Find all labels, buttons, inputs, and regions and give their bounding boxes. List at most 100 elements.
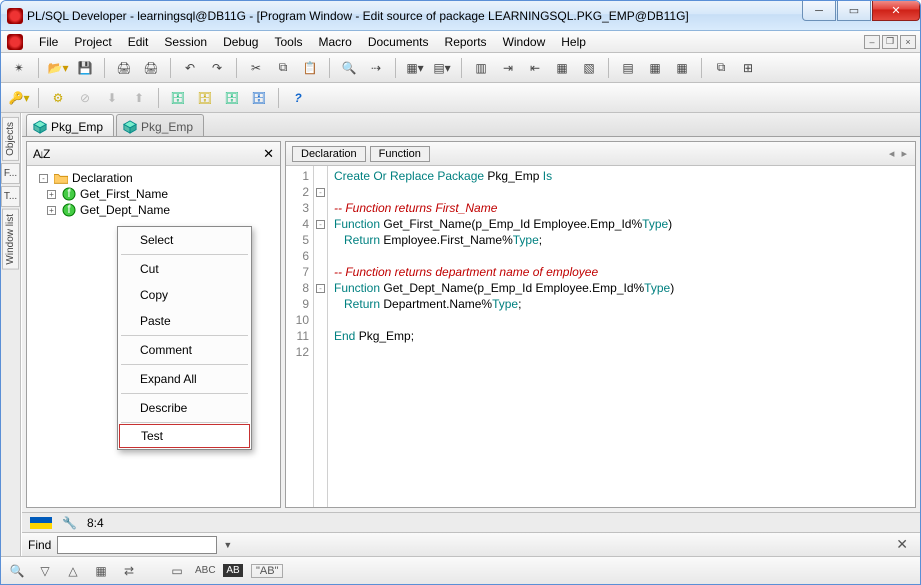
sort-icon[interactable]: A↓Z — [33, 147, 48, 161]
mdi-restore-button[interactable]: ❐ — [882, 35, 898, 49]
minimize-button[interactable]: ─ — [802, 1, 836, 21]
window-list-icon[interactable]: ▦ — [643, 56, 667, 80]
copy-icon[interactable]: ⧉ — [271, 56, 295, 80]
find-bar: Find ▼ ✕ — [22, 532, 920, 556]
object-tree-panel: A↓Z ✕ -Declaration +fGet_First_Name+fGet… — [26, 141, 281, 508]
menu-macro[interactable]: Macro — [310, 33, 359, 51]
vtab-t-[interactable]: T... — [1, 186, 20, 207]
find-label: Find — [28, 538, 51, 552]
find-close-icon[interactable]: ✕ — [896, 536, 914, 553]
uncomment-icon[interactable]: ▧ — [577, 56, 601, 80]
ctx-paste[interactable]: Paste — [118, 308, 251, 334]
vtab-objects[interactable]: Objects — [2, 117, 19, 161]
menu-debug[interactable]: Debug — [215, 33, 266, 51]
tree-root[interactable]: -Declaration — [27, 170, 280, 186]
regex-box[interactable]: "AB" — [251, 564, 283, 578]
db2-icon[interactable]: 🗄 — [193, 86, 217, 110]
menu-reports[interactable]: Reports — [437, 33, 495, 51]
break-icon[interactable]: ⊘ — [73, 86, 97, 110]
compile-icon[interactable]: ▦▾ — [403, 56, 427, 80]
next-icon[interactable]: △ — [63, 564, 83, 578]
new-icon[interactable]: ✴ — [7, 56, 31, 80]
menu-project[interactable]: Project — [66, 33, 119, 51]
ctx-cut[interactable]: Cut — [118, 256, 251, 282]
tree-item-get_first_name[interactable]: +fGet_First_Name — [27, 186, 280, 202]
rollback-icon[interactable]: ⬆ — [127, 86, 151, 110]
help-icon[interactable]: ? — [286, 86, 310, 110]
execute-icon[interactable]: ⚙ — [46, 86, 70, 110]
minitab-declaration[interactable]: Declaration — [292, 146, 366, 162]
toolbar-main: ✴ 📂▾ 💾 🖨 🖨 ↶ ↷ ✂ ⧉ 📋 🔍 ⇢ ▦▾ ▤▾ ▥ ⇥ ⇤ ▦ ▧… — [1, 53, 920, 83]
menu-bar: FileProjectEditSessionDebugToolsMacroDoc… — [1, 31, 920, 53]
ctx-expand-all[interactable]: Expand All — [118, 366, 251, 392]
doc-tab-0[interactable]: Pkg_Emp — [26, 114, 114, 136]
ctx-copy[interactable]: Copy — [118, 282, 251, 308]
comment-icon[interactable]: ▦ — [550, 56, 574, 80]
redo-icon[interactable]: ↷ — [205, 56, 229, 80]
menu-tools[interactable]: Tools — [266, 33, 310, 51]
abc2-icon[interactable]: AB — [223, 564, 243, 577]
menu-window[interactable]: Window — [495, 33, 554, 51]
menu-documents[interactable]: Documents — [360, 33, 437, 51]
ctx-select[interactable]: Select — [118, 227, 251, 253]
ctx-test[interactable]: Test — [119, 424, 250, 448]
vtab-window-list[interactable]: Window list — [2, 209, 19, 270]
indent-icon[interactable]: ⇥ — [496, 56, 520, 80]
ctx-comment[interactable]: Comment — [118, 337, 251, 363]
mdi-close-button[interactable]: × — [900, 35, 916, 49]
commit-icon[interactable]: ⬇ — [100, 86, 124, 110]
recall-icon[interactable]: ▦ — [670, 56, 694, 80]
open-icon[interactable]: 📂▾ — [46, 56, 70, 80]
print-setup-icon[interactable]: 🖨 — [139, 56, 163, 80]
cascade-icon[interactable]: ⧉ — [709, 56, 733, 80]
db1-icon[interactable]: 🗄 — [166, 86, 190, 110]
maximize-button[interactable]: ▭ — [837, 1, 871, 21]
vtab-f-[interactable]: F... — [1, 163, 20, 184]
tile-icon[interactable]: ⊞ — [736, 56, 760, 80]
replace-icon[interactable]: ⇄ — [119, 564, 139, 578]
db4-icon[interactable]: 🗄 — [247, 86, 271, 110]
menu-help[interactable]: Help — [553, 33, 594, 51]
close-tree-icon[interactable]: ✕ — [263, 146, 274, 162]
db-icon — [7, 34, 23, 50]
find-input[interactable] — [57, 536, 217, 554]
paste-icon[interactable]: 📋 — [298, 56, 322, 80]
prev-icon[interactable]: ▽ — [35, 564, 55, 578]
undo-icon[interactable]: ↶ — [178, 56, 202, 80]
menu-file[interactable]: File — [31, 33, 66, 51]
db3-icon[interactable]: 🗄 — [220, 86, 244, 110]
menu-session[interactable]: Session — [156, 33, 215, 51]
menu-edit[interactable]: Edit — [120, 33, 157, 51]
binoculars-icon[interactable]: 🔍 — [7, 564, 27, 578]
explain-icon[interactable]: ▥ — [469, 56, 493, 80]
abc-icon[interactable]: ABC — [195, 565, 215, 576]
find-icon[interactable]: 🔍 — [337, 56, 361, 80]
save-icon[interactable]: 💾 — [73, 56, 97, 80]
vertical-tabs: Objects F... T... Window list — [1, 113, 21, 556]
mdi-minimize-button[interactable]: – — [864, 35, 880, 49]
document-tabs: Pkg_EmpPkg_Emp — [22, 113, 920, 137]
find-dropdown-icon[interactable]: ▼ — [223, 540, 232, 550]
context-menu: Select CutCopyPaste Comment Expand All Descr… — [117, 226, 252, 450]
minitab-function[interactable]: Function — [370, 146, 430, 162]
flag-icon — [30, 517, 52, 529]
scope-icon[interactable]: ▭ — [167, 564, 187, 578]
find-toolbar: 🔍 ▽ △ ▦ ⇄ ▭ ABC AB "AB" — [1, 556, 920, 584]
wrench-icon: 🔧 — [62, 516, 77, 530]
doc-tab-1[interactable]: Pkg_Emp — [116, 114, 204, 136]
template-icon[interactable]: ▤ — [616, 56, 640, 80]
beautify-icon[interactable]: ▤▾ — [430, 56, 454, 80]
tree-item-get_dept_name[interactable]: +fGet_Dept_Name — [27, 202, 280, 218]
outdent-icon[interactable]: ⇤ — [523, 56, 547, 80]
close-button[interactable]: ✕ — [872, 1, 920, 21]
print-icon[interactable]: 🖨 — [112, 56, 136, 80]
code-editor[interactable]: 123456789101112 - - - Create Or Replace … — [286, 166, 915, 507]
key-icon[interactable]: 🔑▾ — [7, 86, 31, 110]
status-bar: 🔧 8:4 — [22, 512, 920, 532]
highlight-icon[interactable]: ▦ — [91, 564, 111, 578]
nav-arrows[interactable]: ◂ ▸ — [889, 147, 909, 160]
title-bar[interactable]: PL/SQL Developer - learningsql@DB11G - [… — [1, 1, 920, 31]
find-next-icon[interactable]: ⇢ — [364, 56, 388, 80]
ctx-describe[interactable]: Describe — [118, 395, 251, 421]
cut-icon[interactable]: ✂ — [244, 56, 268, 80]
